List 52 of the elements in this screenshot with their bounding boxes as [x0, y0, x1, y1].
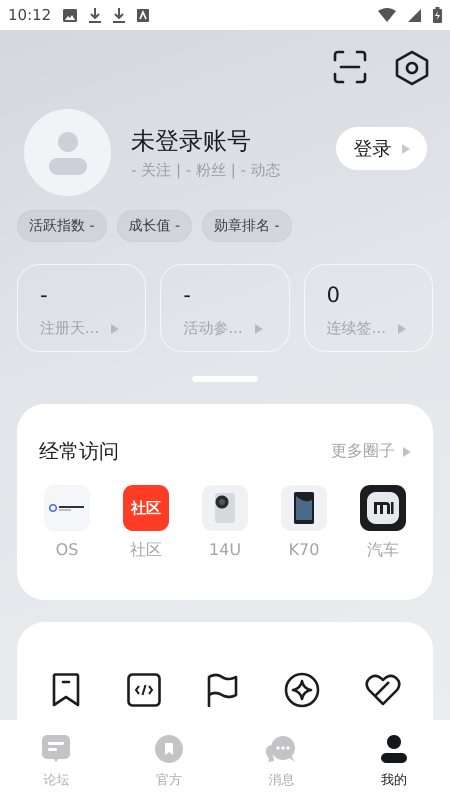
circle-label: 汽车	[367, 540, 399, 561]
clock: 10:12	[8, 6, 52, 24]
flag-icon[interactable]	[206, 673, 238, 707]
stat-value: -	[183, 283, 192, 307]
download-icon	[89, 8, 102, 22]
stat-value: 0	[326, 283, 342, 307]
stat-card[interactable]: 0 连续签...	[304, 264, 433, 352]
battery-icon	[433, 7, 442, 23]
speech-bubbles-icon	[266, 735, 296, 763]
play-arrow-icon	[402, 144, 410, 154]
settings-icon[interactable]	[395, 50, 429, 86]
play-arrow-icon	[398, 324, 406, 334]
image-icon	[63, 8, 78, 22]
stat-card[interactable]: - 活动参...	[160, 264, 290, 352]
account-name: 未登录账号	[131, 126, 252, 157]
wifi-icon	[378, 8, 396, 22]
circle-label: K70	[288, 540, 320, 559]
stat-label: 连续签...	[326, 319, 386, 338]
sparkle-icon[interactable]	[284, 672, 320, 708]
phone-picture-icon[interactable]	[281, 485, 327, 531]
bookmark-circle-icon	[154, 735, 183, 763]
chat-bubble-icon	[42, 735, 70, 763]
community-logo[interactable]: 社区	[123, 485, 169, 531]
circle-label: 社区	[130, 540, 162, 561]
drag-handle[interactable]	[192, 376, 258, 382]
car-brand-logo-icon[interactable]	[360, 485, 406, 531]
circle-label: 14U	[208, 540, 242, 559]
stat-chip[interactable]: 勋章排名 -	[202, 210, 292, 242]
person-icon	[380, 735, 407, 763]
heart-icon[interactable]	[365, 674, 401, 706]
stat-value: -	[40, 283, 49, 307]
login-button[interactable]: 登录	[336, 127, 427, 170]
section-title: 经常访问	[39, 438, 119, 465]
play-arrow-icon	[403, 446, 411, 456]
circle-label: OS	[56, 540, 78, 559]
phone-picture-icon[interactable]	[202, 485, 248, 531]
stat-chip[interactable]: 成长值 -	[116, 210, 192, 242]
os-logo-icon[interactable]	[44, 485, 90, 531]
play-arrow-icon	[111, 324, 120, 334]
code-icon[interactable]	[126, 673, 160, 707]
app-notification-icon	[137, 8, 150, 22]
bookmark-icon[interactable]	[51, 673, 81, 707]
follow-stats: - 关注 | - 粉丝 | - 动态	[131, 161, 282, 180]
download-icon	[113, 8, 126, 22]
nav-tab[interactable]: 我的	[338, 720, 450, 789]
stat-label: 注册天...	[40, 319, 100, 338]
scan-icon[interactable]	[333, 50, 367, 84]
stat-label: 活动参...	[183, 319, 243, 338]
stat-card[interactable]: - 注册天...	[17, 264, 146, 352]
stat-chip[interactable]: 活跃指数 -	[17, 210, 107, 242]
play-arrow-icon	[254, 324, 263, 334]
signal-icon	[408, 8, 421, 22]
